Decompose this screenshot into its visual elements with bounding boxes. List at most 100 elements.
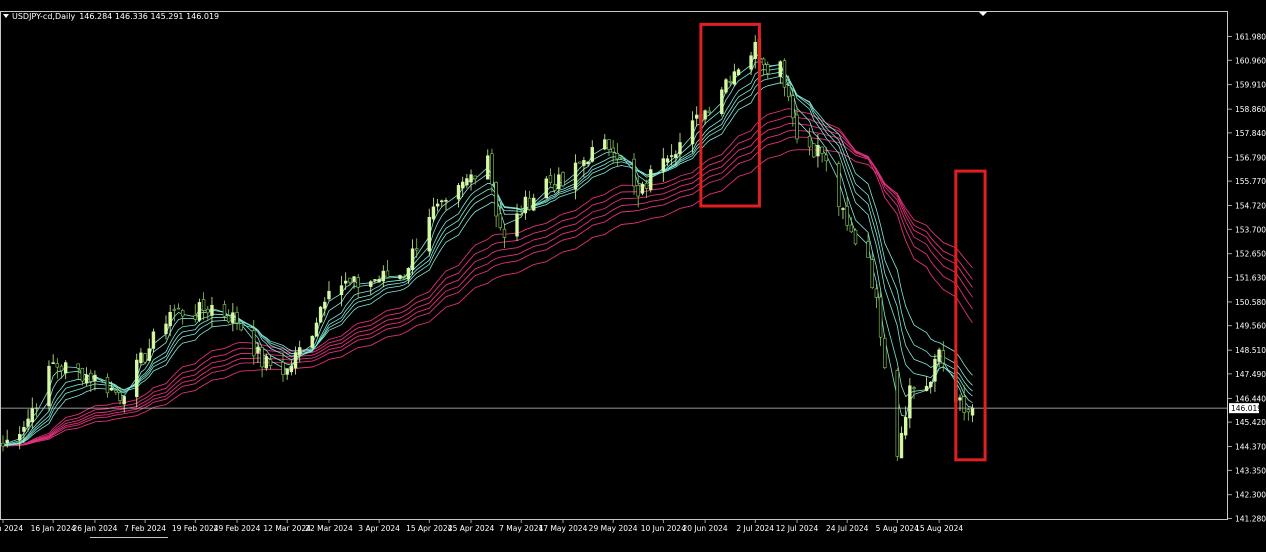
candle-body bbox=[845, 206, 849, 226]
x-tick-label: 2 Jul 2024 bbox=[736, 524, 774, 533]
candle-body bbox=[519, 214, 523, 216]
candle-body bbox=[431, 206, 436, 220]
candle-body bbox=[406, 268, 411, 280]
x-tick-label: 25 Apr 2024 bbox=[448, 524, 495, 533]
ma-line bbox=[2, 149, 973, 447]
last-price-tag: 146.019 bbox=[1229, 403, 1262, 414]
candle-body bbox=[761, 58, 766, 66]
candle-body bbox=[293, 352, 298, 369]
candle-body bbox=[201, 299, 206, 311]
candle-body bbox=[586, 161, 590, 165]
candle-body bbox=[456, 185, 461, 200]
y-tick-label: 148.510 bbox=[1235, 346, 1266, 355]
candle-body bbox=[89, 372, 93, 382]
short-ma-group bbox=[2, 53, 973, 447]
candle-body bbox=[816, 145, 820, 157]
candle-body bbox=[895, 370, 900, 457]
ma-line bbox=[2, 75, 973, 447]
candle-body bbox=[59, 365, 64, 371]
candle-body bbox=[210, 304, 214, 316]
ma-line bbox=[2, 61, 973, 447]
dropdown-icon[interactable] bbox=[3, 14, 9, 18]
candle-body bbox=[874, 288, 879, 298]
x-tick-label: 29 Feb 2024 bbox=[214, 524, 261, 533]
candle-body bbox=[636, 185, 640, 197]
highlight-box[interactable] bbox=[954, 169, 987, 462]
candle-body bbox=[870, 259, 874, 288]
y-tick-label: 150.580 bbox=[1235, 298, 1266, 307]
last-price-label: 146.019 bbox=[1231, 404, 1262, 413]
x-tick-label: 3 Apr 2024 bbox=[358, 524, 400, 533]
y-tick-label: 142.300 bbox=[1235, 491, 1266, 500]
candle-body bbox=[206, 308, 210, 314]
candle-body bbox=[298, 347, 302, 355]
candle-body bbox=[515, 213, 519, 237]
candle-body bbox=[172, 308, 177, 311]
candle-body bbox=[607, 139, 611, 150]
candle-body bbox=[76, 363, 80, 369]
candle-body bbox=[523, 196, 528, 214]
candle-body bbox=[912, 387, 916, 390]
candle-body bbox=[164, 323, 168, 334]
candle-body bbox=[168, 312, 172, 327]
candle-body bbox=[532, 197, 536, 211]
candle-body bbox=[498, 213, 503, 229]
candle-body bbox=[707, 110, 711, 113]
candle-body bbox=[268, 359, 273, 366]
x-tick-label: 15 Apr 2024 bbox=[406, 524, 453, 533]
candle-body bbox=[356, 277, 360, 288]
candle-body bbox=[573, 162, 578, 190]
candle-body bbox=[310, 335, 314, 348]
candle-body bbox=[552, 184, 557, 191]
candle-body bbox=[143, 353, 147, 363]
candle-body bbox=[105, 377, 110, 394]
scroll-marker-icon[interactable] bbox=[979, 12, 987, 16]
candle-body bbox=[473, 175, 477, 180]
x-tick-label: 20 Jun 2024 bbox=[683, 524, 728, 533]
candle-body bbox=[678, 142, 682, 155]
candle-body bbox=[427, 216, 431, 252]
candle-body bbox=[339, 285, 344, 296]
candle-body bbox=[369, 281, 373, 287]
candle-body bbox=[256, 346, 260, 354]
candle-body bbox=[728, 80, 732, 83]
chart-header: USDJPY-cd,Daily 146.284 146.336 145.291 1… bbox=[3, 12, 219, 21]
candle-body bbox=[966, 409, 971, 413]
chart-window[interactable]: 161.980 160.960 159.910 158.860 157.840 156.7… bbox=[0, 0, 1266, 548]
candle-body bbox=[908, 385, 912, 419]
y-tick-label: 149.560 bbox=[1235, 322, 1266, 331]
candle-body bbox=[84, 374, 89, 384]
candle-body bbox=[561, 172, 565, 187]
candle-body bbox=[490, 153, 494, 185]
candle-body bbox=[669, 155, 674, 157]
candle-body bbox=[632, 158, 636, 187]
candle-body bbox=[690, 120, 695, 145]
candle-body bbox=[318, 306, 323, 323]
candle-body bbox=[640, 184, 645, 194]
y-tick-label: 145.420 bbox=[1235, 418, 1266, 427]
candle-body bbox=[226, 315, 231, 323]
candle-body bbox=[231, 312, 235, 323]
candle-body bbox=[933, 358, 937, 382]
candle-body bbox=[753, 41, 757, 59]
price-chart[interactable]: 161.980 160.960 159.910 158.860 157.840 156.7… bbox=[0, 0, 1266, 548]
x-tick-label: 5 Aug 2024 bbox=[876, 524, 919, 533]
candle-body bbox=[720, 89, 724, 114]
candle-body bbox=[193, 315, 197, 320]
candle-body bbox=[469, 174, 473, 183]
candle-body bbox=[778, 61, 783, 77]
candle-body bbox=[435, 203, 440, 207]
candle-body bbox=[122, 396, 126, 405]
candle-body bbox=[352, 276, 356, 282]
candle-body bbox=[941, 350, 945, 364]
candle-body bbox=[766, 64, 770, 74]
candle-body bbox=[327, 290, 331, 300]
x-tick-label: 19 Feb 2024 bbox=[172, 524, 219, 533]
candle-body bbox=[841, 208, 845, 210]
candle-body bbox=[260, 347, 264, 368]
y-tick-label: 141.280 bbox=[1235, 515, 1266, 524]
candle-body bbox=[285, 369, 289, 375]
candle-body bbox=[222, 304, 227, 317]
y-tick-label: 146.440 bbox=[1235, 394, 1266, 403]
y-tick-label: 154.720 bbox=[1235, 202, 1266, 211]
